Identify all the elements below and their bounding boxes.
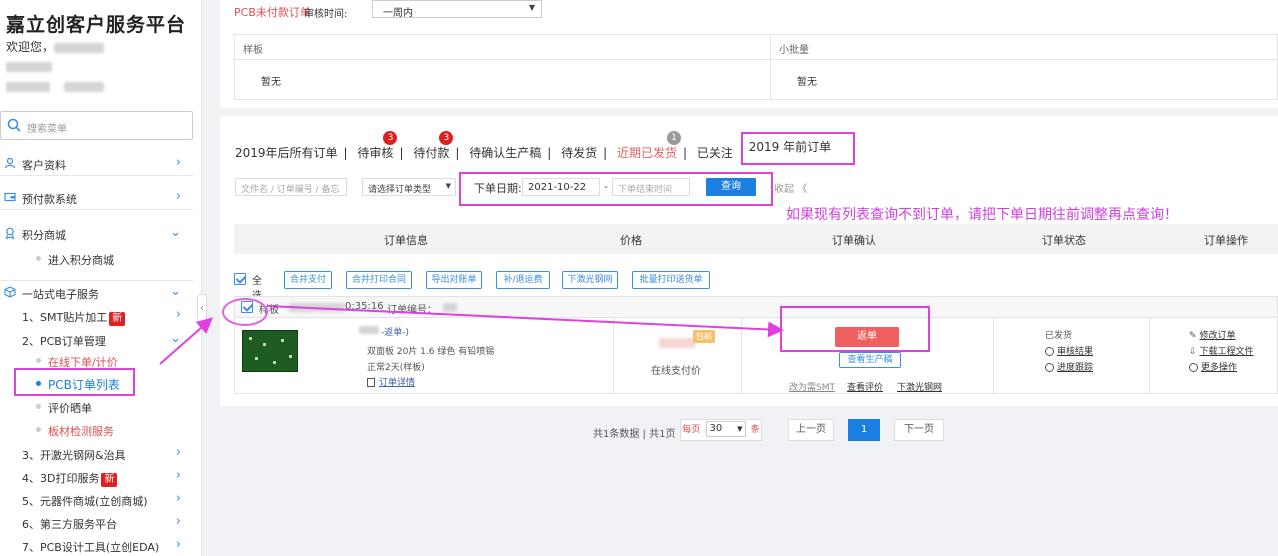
annotation-arrows [159,305,784,365]
